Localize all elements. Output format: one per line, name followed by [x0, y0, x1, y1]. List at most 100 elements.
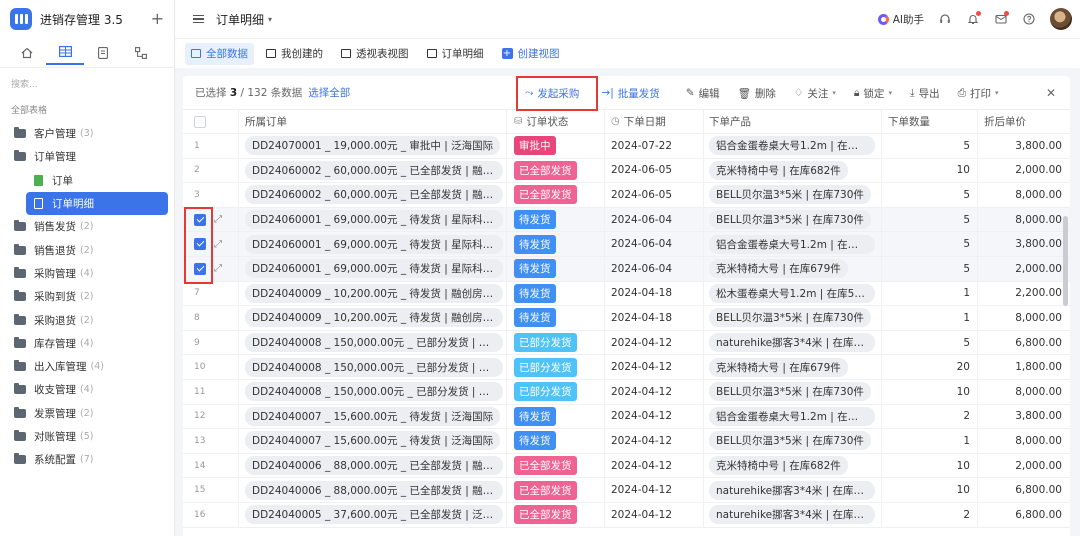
message-icon[interactable] — [994, 11, 1009, 26]
table-row[interactable]: 12 DD24040007 _ 15,600.00元 _ 待发货 | 泛海国际 … — [183, 404, 1070, 430]
table-row[interactable]: ⤢ DD24060001 _ 69,000.00元 _ 待发货 | 星际科技有限… — [183, 232, 1070, 257]
table-row[interactable]: 8 DD24040009 _ 10,200.00元 _ 待发货 | 融创房地产开… — [183, 306, 1070, 331]
table-icon[interactable] — [46, 41, 84, 65]
table-row[interactable]: 1 DD24070001 _ 19,000.00元 _ 审批中 | 泛海国际 审… — [183, 134, 1070, 159]
sidebar-item-purchase[interactable]: 采购管理 (4) — [0, 262, 174, 285]
sidebar-item-settings[interactable]: 系统配置 (7) — [0, 448, 174, 471]
expand-icon[interactable]: ⤢ — [214, 214, 222, 225]
table-row[interactable]: 14 DD24040006 _ 88,000.00元 _ 已全部发货 | 融创房… — [183, 453, 1070, 479]
export-button[interactable]: ⤓ 导出 — [910, 86, 940, 101]
column-header[interactable]: 折后单价 — [978, 110, 1070, 133]
product-link[interactable]: 克米特椅中号 | 在库682件 — [709, 456, 848, 476]
product-link[interactable]: BELL贝尔温3*5米 | 在库730件 — [709, 185, 871, 205]
table-row[interactable]: 2 DD24060002 _ 60,000.00元 _ 已全部发货 | 融创房地… — [183, 158, 1070, 184]
table-row[interactable]: ⤢ DD24060001 _ 69,000.00元 _ 待发货 | 星际科技有限… — [183, 256, 1070, 282]
product-link[interactable]: naturehike挪客3*4米 | 在库889件 — [709, 505, 875, 525]
chevron-down-icon[interactable]: ▾ — [268, 15, 272, 24]
order-link[interactable]: DD24040009 _ 10,200.00元 _ 待发货 | 融创房地产开发.… — [245, 283, 503, 303]
order-link[interactable]: DD24060001 _ 69,000.00元 _ 待发货 | 星际科技有限公司 — [245, 259, 503, 279]
headset-icon[interactable] — [938, 12, 952, 26]
create-view-button[interactable]: + 创建视图 — [496, 43, 566, 65]
table-row[interactable]: 3 DD24060002 _ 60,000.00元 _ 已全部发货 | 融创房地… — [183, 183, 1070, 208]
follow-button[interactable]: ♢ 关注 ▾ — [794, 86, 836, 101]
table-row[interactable]: 7 DD24040009 _ 10,200.00元 _ 待发货 | 融创房地产开… — [183, 281, 1070, 307]
tab-order-detail[interactable]: 订单明细 — [421, 43, 490, 65]
select-all-checkbox[interactable] — [194, 115, 206, 128]
table-row[interactable]: 9 DD24040008 _ 150,000.00元 _ 已部分发货 | 飞跃广… — [183, 330, 1070, 356]
order-link[interactable]: DD24040005 _ 37,600.00元 _ 已全部发货 | 泛海国际 — [245, 505, 503, 525]
order-link[interactable]: DD24060001 _ 69,000.00元 _ 待发货 | 星际科技有限公司 — [245, 234, 503, 254]
sidebar-item-inventory[interactable]: 库存管理 (4) — [0, 332, 174, 355]
sidebar-item-orders[interactable]: 订单管理 — [0, 145, 174, 168]
order-link[interactable]: DD24040009 _ 10,200.00元 _ 待发货 | 融创房地产开发.… — [245, 308, 503, 328]
help-icon[interactable] — [1022, 12, 1036, 26]
document-icon[interactable] — [84, 41, 122, 65]
table-row[interactable]: 11 DD24040008 _ 150,000.00元 _ 已部分发货 | 飞跃… — [183, 379, 1070, 405]
sidebar-item-purchase-return[interactable]: 采购退货 (2) — [0, 308, 174, 331]
table-row[interactable]: 15 DD24040006 _ 88,000.00元 _ 已全部发货 | 融创房… — [183, 478, 1070, 503]
order-link[interactable]: DD24040008 _ 150,000.00元 _ 已部分发货 | 飞跃广告.… — [245, 357, 503, 377]
ai-assistant-button[interactable]: AI助手 — [877, 12, 924, 27]
order-link[interactable]: DD24060002 _ 60,000.00元 _ 已全部发货 | 融创房地产.… — [245, 185, 503, 205]
expand-icon[interactable]: ⤢ — [214, 239, 222, 250]
delete-button[interactable]: 🗑︎ 删除 — [738, 86, 776, 101]
expand-icon[interactable]: ⤢ — [214, 263, 222, 274]
edit-button[interactable]: ✎ 编辑 — [686, 86, 720, 101]
bell-icon[interactable] — [966, 11, 981, 26]
product-link[interactable]: 松木蛋卷桌大号1.2m | 在库544件 — [709, 283, 875, 303]
product-link[interactable]: naturehike挪客3*4米 | 在库889件 — [709, 333, 875, 353]
avatar[interactable] — [1050, 8, 1072, 30]
column-header[interactable]: 下单产品 — [704, 110, 882, 133]
close-icon[interactable]: ✕ — [1046, 86, 1056, 100]
sidebar-item-sales-ship[interactable]: 销售发货 (2) — [0, 215, 174, 238]
product-link[interactable]: 铝合金蛋卷桌大号1.2m | 在库508... — [709, 136, 875, 156]
order-link[interactable]: DD24040008 _ 150,000.00元 _ 已部分发货 | 飞跃广告.… — [245, 382, 503, 402]
product-link[interactable]: BELL贝尔温3*5米 | 在库730件 — [709, 431, 871, 451]
sidebar-subitem-order[interactable]: 订单 — [0, 169, 174, 192]
product-link[interactable]: 铝合金蛋卷桌大号1.2m | 在库508... — [709, 234, 875, 254]
order-link[interactable]: DD24060001 _ 69,000.00元 _ 待发货 | 星际科技有限公司 — [245, 210, 503, 230]
product-link[interactable]: 铝合金蛋卷桌大号1.2m | 在库508... — [709, 406, 875, 426]
order-link[interactable]: DD24040007 _ 15,600.00元 _ 待发货 | 泛海国际 — [245, 431, 501, 451]
tab-all-data[interactable]: 全部数据 — [185, 42, 254, 65]
workflow-icon[interactable] — [122, 41, 160, 65]
product-link[interactable]: naturehike挪客3*4米 | 在库889件 — [709, 480, 875, 500]
sidebar-search[interactable]: 搜索... — [0, 74, 174, 96]
batch-ship-button[interactable]: →| 批量发货 — [601, 86, 659, 101]
product-link[interactable]: BELL贝尔温3*5米 | 在库730件 — [709, 210, 871, 230]
print-button[interactable]: ⎙ 打印 ▾ — [958, 86, 999, 101]
column-header[interactable]: ⛁ 订单状态 — [507, 110, 605, 133]
product-link[interactable]: 克米特椅大号 | 在库679件 — [709, 357, 848, 377]
lock-button[interactable]: 🔒︎ 锁定 ▾ — [854, 86, 892, 101]
tab-pivot-view[interactable]: 透视表视图 — [335, 43, 415, 65]
add-icon[interactable]: + — [151, 11, 164, 27]
sidebar-item-sales-return[interactable]: 销售退货 (2) — [0, 238, 174, 261]
order-link[interactable]: DD24040007 _ 15,600.00元 _ 待发货 | 泛海国际 — [245, 406, 501, 426]
column-header[interactable]: ◷ 下单日期 — [605, 110, 704, 133]
sidebar-item-reconcile[interactable]: 对账管理 (5) — [0, 425, 174, 448]
order-link[interactable]: DD24060002 _ 60,000.00元 _ 已全部发货 | 融创房地产.… — [245, 160, 503, 180]
product-link[interactable]: 克米特椅中号 | 在库682件 — [709, 160, 848, 180]
tab-created-by-me[interactable]: 我创建的 — [260, 43, 329, 65]
product-link[interactable]: 克米特椅大号 | 在库679件 — [709, 259, 848, 279]
sidebar-item-stock-io[interactable]: 出入库管理 (4) — [0, 355, 174, 378]
menu-icon[interactable] — [193, 15, 204, 23]
table-row[interactable]: 16 DD24040005 _ 37,600.00元 _ 已全部发货 | 泛海国… — [183, 502, 1070, 528]
home-icon[interactable] — [8, 41, 46, 65]
vertical-scrollbar[interactable] — [1063, 216, 1068, 306]
table-row[interactable]: 10 DD24040008 _ 150,000.00元 _ 已部分发货 | 飞跃… — [183, 355, 1070, 380]
order-link[interactable]: DD24040006 _ 88,000.00元 _ 已全部发货 | 融创房地产.… — [245, 480, 503, 500]
product-link[interactable]: BELL贝尔温3*5米 | 在库730件 — [709, 382, 871, 402]
column-header[interactable]: 下单数量 — [882, 110, 978, 133]
sidebar-item-purchase-arrival[interactable]: 采购到货 (2) — [0, 285, 174, 308]
table-row[interactable]: ⤢ DD24060001 _ 69,000.00元 _ 待发货 | 星际科技有限… — [183, 207, 1070, 233]
sidebar-item-customers[interactable]: 客户管理 (3) — [0, 122, 174, 145]
order-link[interactable]: DD24040006 _ 88,000.00元 _ 已全部发货 | 融创房地产.… — [245, 456, 503, 476]
sidebar-item-invoice[interactable]: 发票管理 (2) — [0, 402, 174, 425]
select-all-link[interactable]: 选择全部 — [308, 85, 350, 100]
sidebar-item-finance[interactable]: 收支管理 (4) — [0, 378, 174, 401]
order-link[interactable]: DD24040008 _ 150,000.00元 _ 已部分发货 | 飞跃广告.… — [245, 333, 503, 353]
page-title[interactable]: 订单明细 — [216, 11, 264, 28]
table-row[interactable]: 13 DD24040007 _ 15,600.00元 _ 待发货 | 泛海国际 … — [183, 429, 1070, 454]
column-header[interactable]: 所属订单 — [239, 110, 507, 133]
